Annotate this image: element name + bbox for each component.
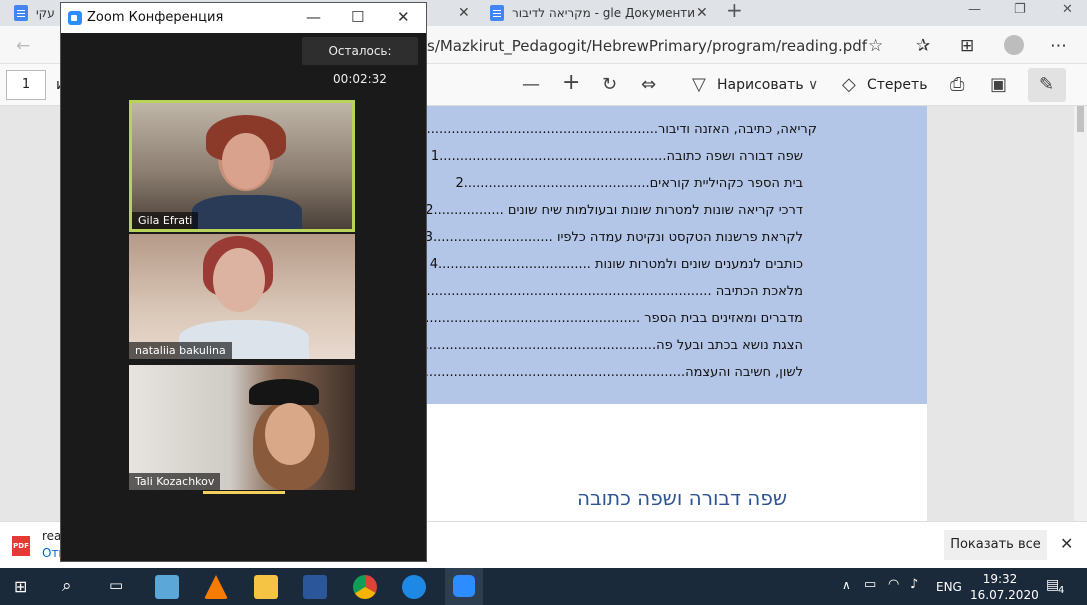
zoom-out-icon[interactable]: — xyxy=(522,74,540,95)
search-icon[interactable]: ⌕ xyxy=(62,576,72,596)
close-icon[interactable]: ✕ xyxy=(397,8,410,26)
wifi-icon[interactable]: ◠ xyxy=(888,577,899,592)
browser-tab-2[interactable]: מקריאה לדיבור - gle Документи ✕ xyxy=(490,0,720,26)
minimize-icon[interactable]: — xyxy=(306,8,321,26)
url-field[interactable]: s/Mazkirut_Pedagogit/HebrewPrimary/progr… xyxy=(427,37,867,55)
new-tab-icon[interactable]: + xyxy=(726,0,743,22)
eraser-icon[interactable]: ◇ xyxy=(842,74,856,95)
zoom-window[interactable]: Zoom Конференция — ☐ ✕ Осталось: 00:02:3… xyxy=(60,2,427,562)
draw-icon[interactable]: ▽ xyxy=(692,74,706,95)
zoom-taskbar-button[interactable] xyxy=(445,568,483,605)
toc-line[interactable]: שפה דבורה ושפה כתובה....................… xyxy=(431,149,803,164)
zoom-window-title: Zoom Конференция xyxy=(87,10,224,25)
windows-start-icon[interactable]: ⊞ xyxy=(14,577,27,596)
collections-icon[interactable]: ⊞ xyxy=(960,36,974,56)
toc-line[interactable]: דרכי קריאה שונות למטרות שונות ובעולמות ש… xyxy=(425,203,803,218)
fit-page-icon[interactable]: ⇔ xyxy=(641,74,656,95)
more-options-icon[interactable]: ⋯ xyxy=(1050,36,1067,56)
rotate-icon[interactable]: ↻ xyxy=(602,74,617,95)
vertical-scrollbar[interactable] xyxy=(1074,106,1087,521)
minimize-icon[interactable]: — xyxy=(968,2,981,17)
participant-face xyxy=(265,403,315,465)
save-icon[interactable]: ▣ xyxy=(990,74,1007,95)
clock[interactable]: 19:32 16.07.2020 xyxy=(970,571,1039,603)
maximize-icon[interactable]: ☐ xyxy=(351,8,364,26)
download-file-name[interactable]: rea xyxy=(42,529,61,543)
section-heading: שפה דבורה ושפה כתובה xyxy=(576,486,788,510)
restore-icon[interactable]: ❐ xyxy=(1014,2,1026,17)
erase-button[interactable]: Стереть xyxy=(867,77,927,93)
file-explorer-icon[interactable] xyxy=(254,575,278,599)
zoom-app-icon xyxy=(453,575,475,597)
favorite-star-icon[interactable]: ☆ xyxy=(868,36,883,56)
table-of-contents: קריאה, כתיבה, האזנה ודיבור..............… xyxy=(375,106,927,404)
zoom-logo-icon xyxy=(68,11,82,25)
participant-name: Gila Efrati xyxy=(132,212,199,229)
task-view-icon[interactable]: ▭ xyxy=(109,576,123,594)
close-icon[interactable]: ✕ xyxy=(1060,534,1073,553)
tab-close-icon[interactable]: ✕ xyxy=(458,5,470,21)
toc-line[interactable]: מדברים ומאזינים בבית הספר ..............… xyxy=(388,311,803,326)
photos-app-icon[interactable] xyxy=(155,575,179,599)
screen: עקי ✕ מקריאה לדיבור - gle Документи ✕ + … xyxy=(0,0,1087,605)
participant-shirt xyxy=(192,195,302,229)
edge-icon[interactable] xyxy=(402,575,426,599)
vlc-icon[interactable] xyxy=(204,575,228,599)
meeting-timer: Осталось: 00:02:32 xyxy=(302,37,418,86)
word-icon[interactable] xyxy=(303,575,327,599)
pin-toolbar-button[interactable]: ✎ xyxy=(1028,68,1066,102)
clock-time: 19:32 xyxy=(982,572,1018,586)
pin-icon: ✎ xyxy=(1039,74,1055,95)
participant-name: nataliia bakulina xyxy=(129,342,232,359)
toc-line[interactable]: כותבים לנמענים שונים ולמטרות שונות .....… xyxy=(430,257,803,272)
battery-icon[interactable]: ▭ xyxy=(864,577,876,592)
toc-line[interactable]: קריאה, כתיבה, האזנה ודיבור..............… xyxy=(410,122,817,137)
toc-line[interactable]: לקראת פרשנות הטקסט ונקיטת עמדה כלפיו ...… xyxy=(425,230,803,245)
participant-name: Tali Kozachkov xyxy=(129,473,221,490)
close-window-icon[interactable]: ✕ xyxy=(1062,2,1073,17)
tab-2-label: מקריאה לדיבור - gle Документи xyxy=(512,6,696,20)
toc-line[interactable]: בית הספר כקהיליית קוראים................… xyxy=(437,176,803,191)
taskbar: ⊞ ⌕ ▭ ∧ ▭ ◠ ♪ ENG 19:32 16.07.2020 ▤ 4 xyxy=(0,568,1087,605)
volume-icon[interactable]: ♪ xyxy=(910,577,918,592)
participant-face xyxy=(222,133,270,189)
tab-close-icon[interactable]: ✕ xyxy=(696,5,708,21)
notification-count: 4 xyxy=(1058,585,1065,596)
show-all-button[interactable]: Показать все xyxy=(944,530,1047,560)
profile-avatar[interactable] xyxy=(1004,35,1024,55)
participant-face xyxy=(213,248,265,312)
page-number-input[interactable]: 1 xyxy=(6,70,46,100)
draw-button[interactable]: Нарисовать xyxy=(717,77,804,93)
zoom-in-icon[interactable]: + xyxy=(562,70,580,95)
chevron-down-icon[interactable]: ∨ xyxy=(808,77,818,93)
tab-1-label: עקי xyxy=(36,6,55,20)
chevron-up-icon[interactable]: ∧ xyxy=(842,578,851,592)
print-icon[interactable]: ⎙ xyxy=(950,74,964,95)
language-indicator[interactable]: ENG xyxy=(936,580,962,594)
chrome-icon[interactable] xyxy=(353,575,377,599)
participant-video-tile[interactable]: Tali Kozachkov xyxy=(129,365,355,490)
google-docs-icon xyxy=(14,5,28,21)
favorites-list-icon[interactable]: ✰ xyxy=(916,36,930,56)
pdf-file-icon: PDF xyxy=(12,536,30,556)
zoom-title-bar[interactable]: Zoom Конференция — ☐ ✕ xyxy=(61,3,426,33)
participant-video-tile[interactable]: nataliia bakulina xyxy=(129,234,355,359)
pdf-page: קריאה, כתיבה, האזנה ודיבור..............… xyxy=(375,106,927,521)
toc-line[interactable]: הצגת נושא בכתב ובעל פה..................… xyxy=(379,338,803,353)
google-docs-icon xyxy=(490,5,504,21)
scroll-thumb[interactable] xyxy=(1077,106,1084,132)
clock-date: 16.07.2020 xyxy=(970,588,1039,602)
participant-cap xyxy=(249,379,319,405)
back-icon[interactable]: ← xyxy=(16,36,30,56)
toc-line[interactable]: לשון, חשיבה והעצמה......................… xyxy=(375,365,803,380)
toc-line[interactable]: מלאכת הכתיבה ...........................… xyxy=(381,284,803,299)
participant-video-tile[interactable]: Gila Efrati xyxy=(129,100,355,232)
active-speaker-indicator xyxy=(203,491,285,494)
